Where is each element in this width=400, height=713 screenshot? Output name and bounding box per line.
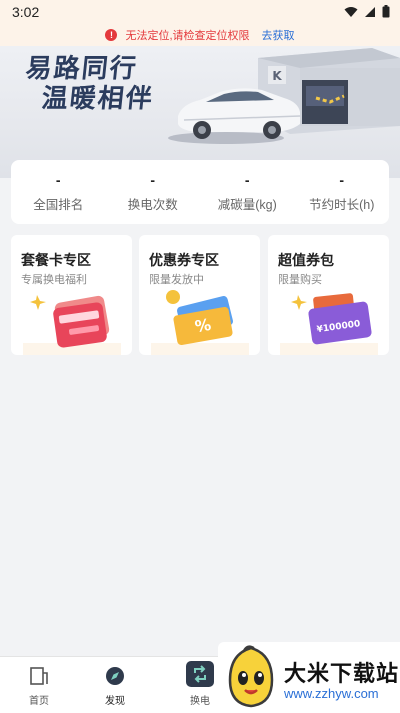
promo-subtitle: 专属换电福利 — [21, 274, 87, 286]
promo-subtitle: 限量发放中 — [149, 274, 204, 286]
signal-icon — [365, 6, 375, 17]
watermark-badge: 大米下载站 www.zzhyw.com — [218, 642, 400, 712]
promo-subtitle: 限量购买 — [278, 274, 322, 286]
svg-text:K: K — [272, 69, 282, 83]
battery-icon — [382, 5, 390, 18]
promo-title: 套餐卡专区 — [21, 252, 91, 268]
promo-title: 超值券包 — [278, 252, 334, 268]
mascot-icon — [228, 645, 274, 708]
tab-home[interactable]: 首页 — [4, 657, 74, 713]
stat-value: - — [150, 172, 156, 188]
tab-discover[interactable]: 发现 — [80, 657, 150, 713]
discover-icon — [106, 667, 124, 685]
home-icon — [30, 667, 48, 685]
card-package-icon — [30, 295, 110, 348]
stat-label: 换电次数 — [127, 198, 178, 212]
tab-label: 首页 — [29, 696, 49, 707]
watermark-title: 大米下载站 — [284, 661, 400, 686]
stats-card: - 全国排名 - 换电次数 - 减碳量(kg) - 节约时长(h) — [11, 160, 389, 224]
watermark-url: www.zzhyw.com — [284, 686, 379, 701]
get-permission-link[interactable]: 去获取 — [262, 27, 295, 43]
location-warning: ! 无法定位,请检查定位权限 去获取 — [0, 24, 400, 46]
coupon-pack-icon: ¥100000 — [291, 293, 372, 345]
wifi-icon — [344, 6, 358, 17]
tab-label: 发现 — [105, 696, 125, 707]
coupon-percent-text: % — [193, 315, 212, 336]
promo-title: 优惠券专区 — [149, 252, 219, 268]
stat-label: 减碳量(kg) — [217, 198, 277, 212]
hero-banner[interactable]: 易路同行 温暖相伴 K — [0, 46, 400, 178]
promo-coupon-card[interactable]: 优惠券专区 限量发放中 % — [139, 235, 260, 355]
stat-time-saved: - 节约时长(h) — [295, 160, 390, 224]
stat-carbon-reduction: - 减碳量(kg) — [200, 160, 295, 224]
swap-battery-icon — [186, 661, 214, 687]
stat-label: 全国排名 — [33, 198, 84, 212]
alert-icon: ! — [105, 29, 118, 41]
car-and-station-illustration: K — [168, 48, 400, 144]
status-icons — [344, 5, 390, 18]
stat-national-rank: - 全国排名 — [11, 160, 106, 224]
stat-value: - — [55, 172, 61, 188]
stat-value: - — [244, 172, 250, 188]
stat-swap-count: - 换电次数 — [106, 160, 201, 224]
warning-text: 无法定位,请检查定位权限 — [125, 30, 250, 42]
promo-coupon-pack-card[interactable]: 超值券包 限量购买 ¥100000 — [268, 235, 389, 355]
status-bar: 3:02 — [0, 0, 400, 24]
stat-value: - — [339, 172, 345, 188]
promo-package-card[interactable]: 套餐卡专区 专属换电福利 — [11, 235, 132, 355]
status-time: 3:02 — [12, 4, 40, 20]
coupon-icon: % — [166, 290, 234, 346]
stat-label: 节约时长(h) — [309, 198, 375, 212]
